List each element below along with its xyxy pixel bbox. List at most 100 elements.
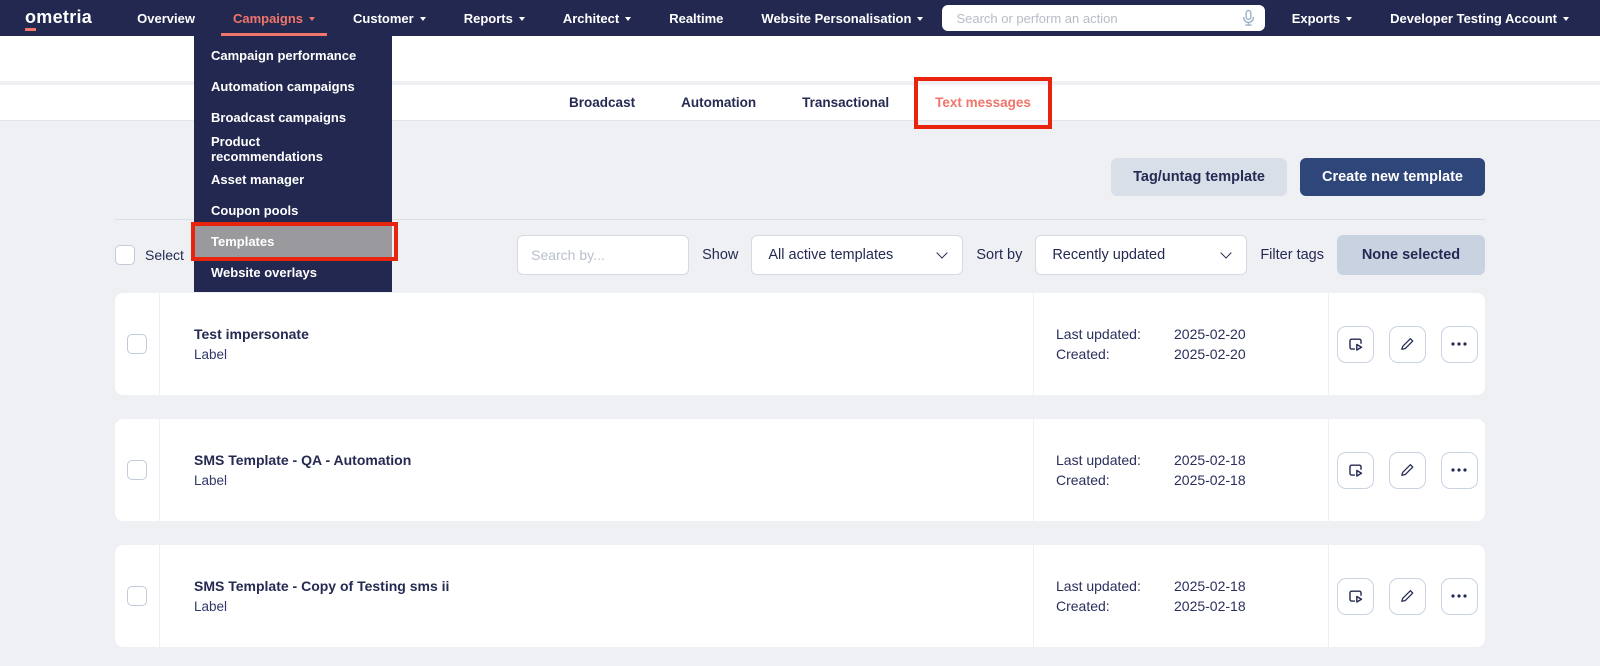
logo-letter-o: o (25, 6, 37, 31)
last-updated-value: 2025-02-20 (1174, 326, 1246, 342)
preview-icon (1348, 463, 1362, 477)
created-label: Created: (1056, 598, 1110, 614)
select-all-label: Select (145, 247, 184, 263)
created-label: Created: (1056, 472, 1110, 488)
row-checkbox[interactable] (127, 586, 147, 606)
template-dates-cell: Last updated: 2025-02-18 Created: 2025-02-… (1033, 545, 1328, 647)
nav-account-menu[interactable]: Developer Testing Account (1371, 0, 1588, 36)
microphone-icon[interactable] (1241, 9, 1256, 27)
top-navbar: ometria Overview Campaigns Customer Repo… (0, 0, 1600, 36)
nav-campaigns[interactable]: Campaigns (214, 0, 334, 36)
last-updated-label: Last updated: (1056, 578, 1141, 594)
edit-template-button[interactable] (1388, 325, 1426, 363)
nav-overview[interactable]: Overview (118, 0, 214, 36)
menu-item-coupon-pools[interactable]: Coupon pools (194, 195, 392, 226)
preview-template-button[interactable] (1336, 577, 1374, 615)
menu-item-asset-manager[interactable]: Asset manager (194, 164, 392, 195)
preview-icon (1348, 337, 1362, 351)
last-updated-value: 2025-02-18 (1174, 578, 1246, 594)
template-label: Label (194, 347, 228, 362)
ellipsis-icon (1451, 594, 1467, 598)
template-label: Label (194, 473, 228, 488)
chevron-down-icon (1346, 17, 1353, 21)
more-options-button[interactable] (1440, 325, 1478, 363)
menu-item-automation-campaigns[interactable]: Automation campaigns (194, 71, 392, 102)
nav-customer[interactable]: Customer (334, 0, 445, 36)
nav-exports[interactable]: Exports (1273, 0, 1371, 36)
created-value: 2025-02-18 (1174, 472, 1246, 488)
show-label: Show (702, 247, 739, 263)
campaigns-dropdown-menu: Campaign performance Automation campaign… (191, 36, 398, 292)
created-label: Created: (1056, 346, 1110, 362)
last-updated-value: 2025-02-18 (1174, 452, 1246, 468)
tab-transactional[interactable]: Transactional (779, 85, 912, 121)
template-actions-cell (1328, 419, 1485, 521)
template-label: Label (194, 599, 228, 614)
ellipsis-icon (1451, 342, 1467, 346)
filter-tags-button[interactable]: None selected (1337, 235, 1485, 275)
chevron-down-icon (419, 17, 426, 21)
row-checkbox-cell (115, 545, 160, 647)
template-actions-cell (1328, 293, 1485, 395)
menu-item-campaign-performance[interactable]: Campaign performance (194, 40, 392, 71)
global-search (942, 5, 1265, 31)
chevron-down-icon (1220, 247, 1232, 259)
row-checkbox[interactable] (127, 334, 147, 354)
template-title: Test impersonate (194, 326, 309, 342)
select-all-checkbox[interactable] (115, 245, 135, 265)
global-search-input[interactable] (954, 9, 1241, 27)
chevron-down-icon (309, 17, 316, 21)
template-title: SMS Template - QA - Automation (194, 452, 412, 468)
more-options-button[interactable] (1440, 451, 1478, 489)
chevron-down-icon (936, 247, 949, 259)
template-dates-cell: Last updated: 2025-02-18 Created: 2025-02-… (1033, 419, 1328, 521)
template-title: SMS Template - Copy of Testing sms ii (194, 578, 450, 594)
template-row: Test impersonate Label Last updated: 2025… (115, 293, 1485, 395)
menu-item-broadcast-campaigns[interactable]: Broadcast campaigns (194, 102, 392, 133)
nav-reports[interactable]: Reports (445, 0, 544, 36)
row-checkbox[interactable] (127, 460, 147, 480)
pencil-icon (1401, 464, 1414, 476)
ellipsis-icon (1451, 468, 1467, 472)
menu-item-website-overlays[interactable]: Website overlays (194, 257, 392, 288)
chevron-down-icon (917, 17, 924, 21)
preview-template-button[interactable] (1336, 451, 1374, 489)
menu-item-product-recommendations[interactable]: Product recommendations (194, 133, 392, 164)
created-value: 2025-02-20 (1174, 346, 1246, 362)
menu-item-templates[interactable]: Templates (191, 222, 398, 261)
nav-realtime[interactable]: Realtime (650, 0, 742, 36)
sort-by-select[interactable]: Recently updated (1035, 235, 1248, 275)
template-info-cell: SMS Template - Copy of Testing sms ii La… (160, 545, 1033, 647)
template-row: SMS Template - Copy of Testing sms ii La… (115, 545, 1485, 647)
filter-tags-label: Filter tags (1260, 247, 1324, 263)
create-new-template-button[interactable]: Create new template (1299, 158, 1485, 196)
template-row: SMS Template - QA - Automation Label Las… (115, 419, 1485, 521)
preview-template-button[interactable] (1336, 325, 1374, 363)
edit-template-button[interactable] (1388, 577, 1426, 615)
template-info-cell: SMS Template - QA - Automation Label (160, 419, 1033, 521)
chevron-down-icon (625, 17, 632, 21)
search-templates-input[interactable] (517, 235, 690, 275)
ometria-logo[interactable]: ometria (25, 6, 93, 31)
preview-icon (1348, 589, 1362, 603)
pencil-icon (1401, 338, 1414, 350)
last-updated-label: Last updated: (1056, 452, 1141, 468)
nav-website-personalisation[interactable]: Website Personalisation (742, 0, 942, 36)
template-actions-cell (1328, 545, 1485, 647)
tab-automation[interactable]: Automation (658, 85, 779, 121)
sort-by-label: Sort by (976, 247, 1023, 263)
chevron-down-icon (1563, 17, 1569, 21)
tag-untag-template-button[interactable]: Tag/untag template (1111, 158, 1287, 196)
tab-broadcast[interactable]: Broadcast (546, 85, 658, 121)
nav-architect[interactable]: Architect (544, 0, 650, 36)
logo-rest: metria (36, 6, 93, 27)
pencil-icon (1401, 590, 1414, 602)
more-options-button[interactable] (1440, 577, 1478, 615)
chevron-down-icon (518, 17, 525, 21)
template-dates-cell: Last updated: 2025-02-20 Created: 2025-02-… (1033, 293, 1328, 395)
last-updated-label: Last updated: (1056, 326, 1141, 342)
tab-text-messages[interactable]: Text messages (912, 76, 1054, 129)
show-select[interactable]: All active templates (751, 235, 964, 275)
edit-template-button[interactable] (1388, 451, 1426, 489)
row-checkbox-cell (115, 293, 160, 395)
